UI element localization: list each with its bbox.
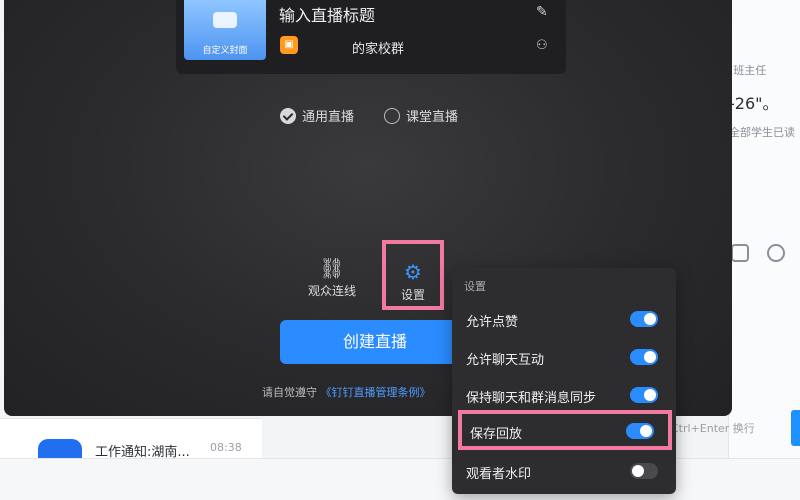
- mode-general[interactable]: 通用直播: [280, 106, 354, 125]
- toggle-switch[interactable]: [630, 387, 658, 403]
- option-label: 保持聊天和群消息同步: [466, 391, 597, 406]
- message-sender-meta: (班主任: [729, 64, 767, 77]
- send-button[interactable]: [791, 410, 800, 446]
- agreement-prefix: 请自觉遵守: [262, 386, 317, 399]
- live-info-card: 自定义封面 输入直播标题 ✎ ▣ 的家校群 ⚇: [176, 0, 566, 74]
- pencil-icon[interactable]: ✎: [536, 4, 548, 20]
- shortcut-hint: Ctrl+Enter 换行: [671, 422, 755, 435]
- history-icon[interactable]: [767, 244, 785, 262]
- option-label: 观看者水印: [466, 467, 532, 482]
- read-status: 全部学生已读: [729, 126, 795, 139]
- live-mode-selector: 通用直播 课堂直播: [280, 106, 458, 125]
- option-label: 允许点赞: [466, 315, 519, 330]
- option-save-replay[interactable]: 保存回放: [458, 410, 672, 450]
- mode-classroom[interactable]: 课堂直播: [384, 106, 458, 125]
- option-allow-chat[interactable]: 允许聊天互动: [452, 338, 676, 376]
- option-label: 保存回放: [470, 427, 523, 442]
- settings-header: 设置: [464, 280, 486, 293]
- option-label: 允许聊天互动: [466, 353, 545, 368]
- person-settings-icon[interactable]: ⚇: [536, 38, 548, 53]
- settings-popup: 设置 允许点赞 允许聊天互动 保持聊天和群消息同步 保存回放 观看者水印: [452, 268, 676, 494]
- group-name: 的家校群: [352, 42, 405, 57]
- gear-icon: ⚙: [404, 260, 422, 284]
- option-sync-messages[interactable]: 保持聊天和群消息同步: [452, 376, 676, 414]
- agreement-text: 请自觉遵守 《钉钉直播管理条例》: [262, 384, 431, 400]
- settings-button[interactable]: ⚙ 设置: [382, 240, 444, 310]
- chat-toolbar-icon[interactable]: [731, 244, 749, 262]
- agreement-link[interactable]: 《钉钉直播管理条例》: [321, 386, 431, 399]
- settings-label: 设置: [400, 288, 425, 302]
- toggle-switch[interactable]: [630, 349, 658, 365]
- bottom-strip: [0, 458, 800, 500]
- mode-label: 通用直播: [302, 110, 355, 125]
- create-live-button[interactable]: 创建直播: [280, 320, 470, 364]
- chat-message-pane: (班主任 -26"。 全部学生已读 Ctrl+Enter 换行: [671, 0, 800, 460]
- toggle-switch[interactable]: [630, 463, 658, 479]
- live-title-input[interactable]: 输入直播标题: [279, 2, 375, 26]
- toggle-switch[interactable]: [630, 311, 658, 327]
- cover-image-picker[interactable]: 自定义封面: [184, 0, 266, 60]
- camera-icon: [213, 12, 237, 28]
- mode-label: 课堂直播: [406, 110, 459, 125]
- radio-unchecked-icon: [384, 107, 401, 124]
- option-allow-like[interactable]: 允许点赞: [452, 300, 676, 338]
- toggle-switch[interactable]: [626, 423, 654, 439]
- audience-label: 观众连线: [307, 284, 356, 298]
- option-viewer-watermark[interactable]: 观看者水印: [452, 452, 676, 490]
- chat-time: 08:38: [210, 441, 242, 454]
- radio-checked-icon: [280, 107, 296, 124]
- group-icon: ▣: [280, 36, 298, 54]
- cover-label: 自定义封面: [202, 46, 248, 56]
- audience-connect-button[interactable]: ⛓ 观众连线: [304, 254, 360, 299]
- link-icon: ⛓: [319, 256, 345, 280]
- message-text: -26"。: [729, 94, 779, 113]
